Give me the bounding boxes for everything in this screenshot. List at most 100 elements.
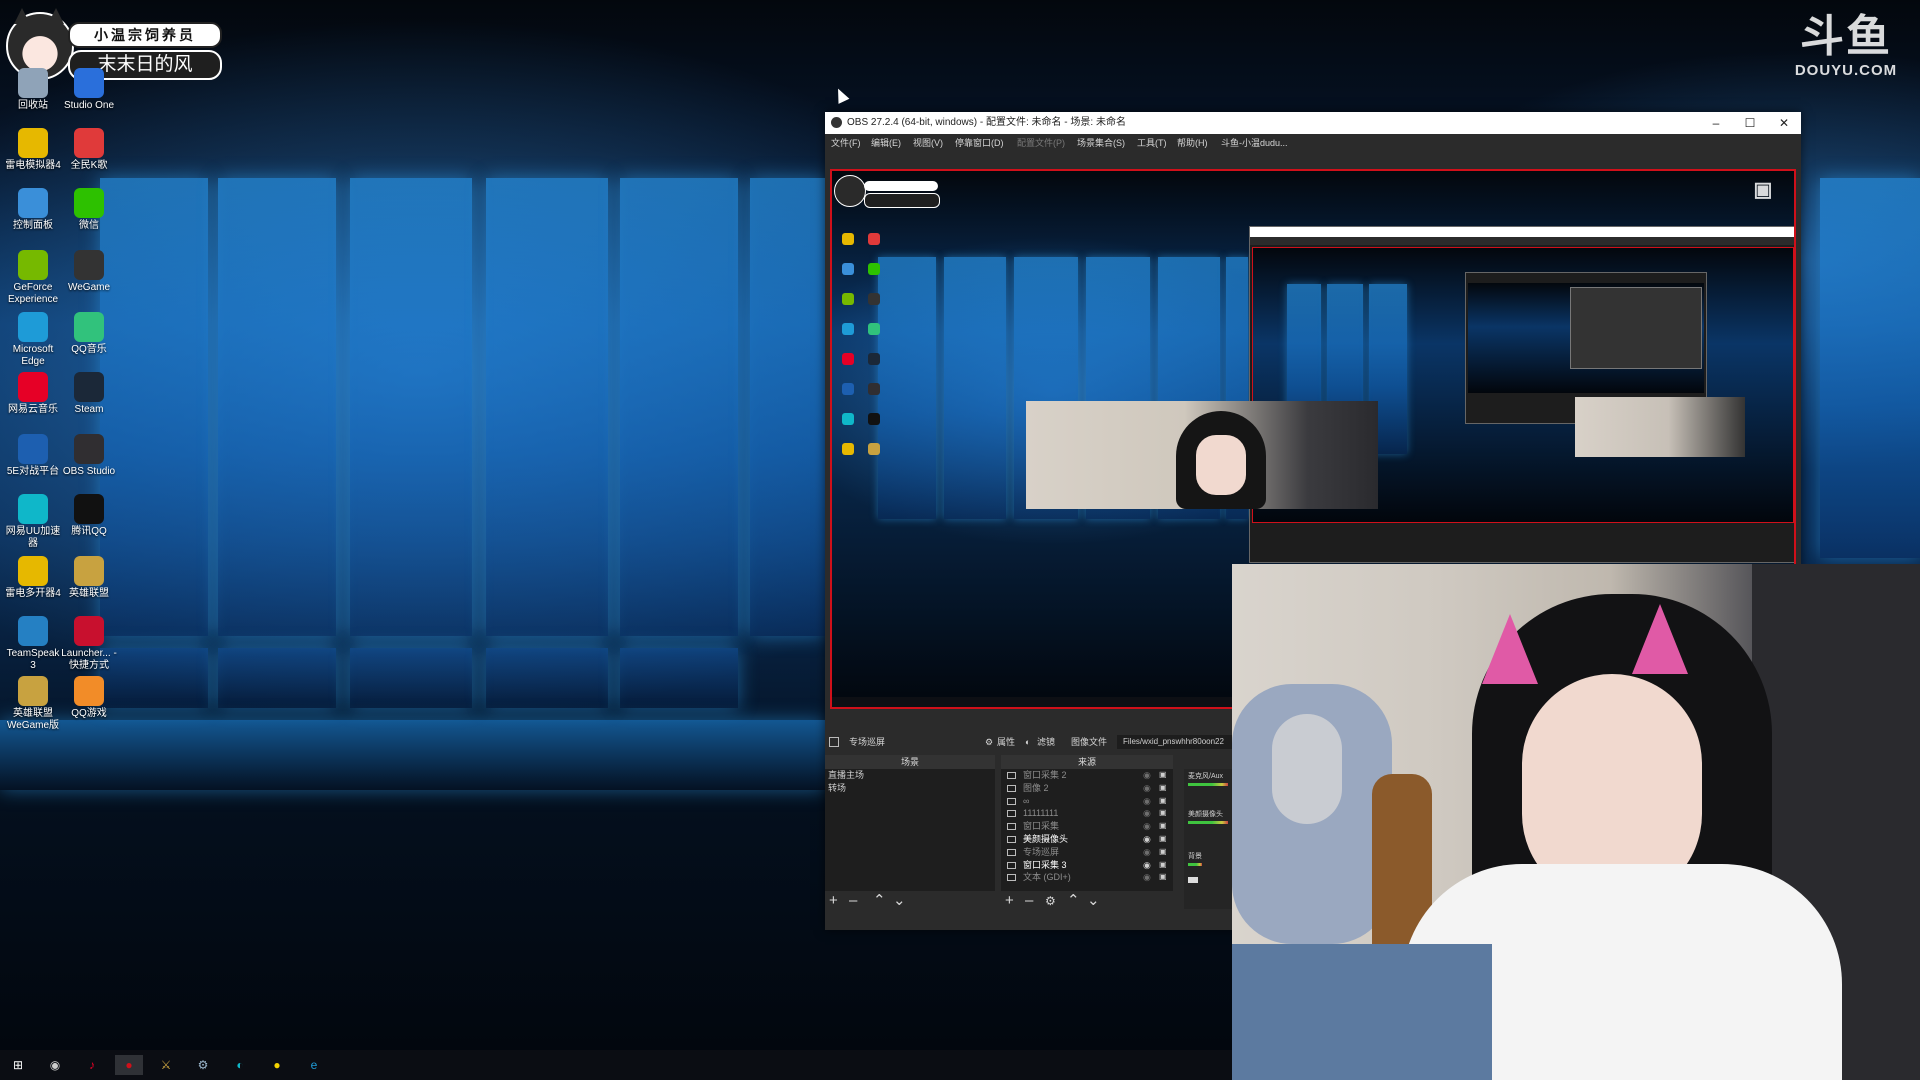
badge-title: 小温宗饲养员 [68, 22, 222, 48]
desktop-icon[interactable]: 5E对战平台 [4, 434, 62, 478]
desktop-icon[interactable]: 微信 [60, 188, 118, 232]
wallpaper-pane [218, 178, 336, 636]
studio-one-icon [74, 68, 104, 98]
source-settings-gear-icon[interactable]: ⚙ [1045, 891, 1056, 911]
obs-taskbar-icon[interactable]: ◉ [45, 1055, 65, 1075]
lock-icon[interactable]: ▣ [1159, 807, 1167, 820]
menu-docks[interactable]: 停靠窗口(D) [955, 134, 1004, 152]
remove-source-button[interactable]: – [1025, 891, 1033, 911]
sources-header: 来源 [1001, 755, 1173, 769]
desktop-icon[interactable]: 全民K歌 [60, 128, 118, 172]
source-item[interactable]: 美颜摄像头 ◉ ▣ [1001, 833, 1173, 846]
eye-visibility-icon[interactable]: ◉ [1143, 820, 1151, 833]
source-item[interactable]: 专场巡屏 ◉ ▣ [1001, 846, 1173, 859]
qqmusic-taskbar-icon[interactable]: ● [267, 1055, 287, 1075]
preview-webcam [1026, 401, 1378, 509]
desktop-icon[interactable]: OBS Studio [60, 434, 118, 478]
move-source-down-button[interactable]: ⌄ [1087, 891, 1100, 911]
eye-visibility-icon[interactable]: ◉ [1143, 782, 1151, 795]
eye-visibility-icon[interactable]: ◉ [1143, 807, 1151, 820]
source-item[interactable]: 窗口采集 3 ◉ ▣ [1001, 859, 1173, 872]
desktop-icon[interactable]: Studio One [60, 68, 118, 112]
move-scene-up-button[interactable]: ⌃ [873, 891, 886, 911]
gear-icon[interactable]: ⚙ [985, 732, 993, 752]
source-item[interactable]: 窗口采集 2 ◉ ▣ [1001, 769, 1173, 782]
filters-icon[interactable]: ◐ [1025, 732, 1030, 752]
menu-profile[interactable]: 配置文件(P) [1017, 134, 1065, 152]
desktop-icon[interactable]: 英雄联盟WeGame版 [4, 676, 62, 732]
desktop-icon[interactable]: 英雄联盟 [60, 556, 118, 600]
eye-visibility-icon[interactable]: ◉ [1143, 795, 1151, 808]
volume-slider-handle[interactable] [1188, 877, 1198, 883]
mixer-meter [1188, 863, 1202, 866]
move-source-up-button[interactable]: ⌃ [1067, 891, 1080, 911]
lock-icon[interactable]: ▣ [1159, 833, 1167, 846]
lock-icon[interactable]: ▣ [1159, 859, 1167, 872]
remove-scene-button[interactable]: – [849, 891, 857, 911]
menu-edit[interactable]: 编辑(E) [871, 134, 901, 152]
menu-scene-collection[interactable]: 场景集合(S) [1077, 134, 1125, 152]
eye-visibility-icon[interactable]: ◉ [1143, 769, 1151, 782]
scene-item[interactable]: 直播主场 [825, 769, 995, 782]
preview-desktop-icon [842, 263, 854, 275]
cat-ear-icon [48, 8, 64, 24]
desktop-icon-label: WeGame [67, 282, 111, 293]
steam-taskbar-icon[interactable]: ⚙ [193, 1055, 213, 1075]
menu-help[interactable]: 帮助(H) [1177, 134, 1208, 152]
desktop-icon-label: 网易云音乐 [8, 404, 58, 415]
lock-icon[interactable]: ▣ [1159, 846, 1167, 859]
edge-taskbar-icon[interactable]: e [304, 1055, 324, 1075]
desktop-icon-label: 控制面板 [13, 220, 53, 231]
source-item[interactable]: 窗口采集 ◉ ▣ [1001, 820, 1173, 833]
lock-icon[interactable]: ▣ [1159, 782, 1167, 795]
add-source-button[interactable]: + [1005, 891, 1014, 911]
desktop-icon[interactable]: Steam [60, 372, 118, 416]
desktop-icon[interactable]: 雷电模拟器4 [4, 128, 62, 172]
eye-visibility-icon[interactable]: ◉ [1143, 846, 1151, 859]
menu-file[interactable]: 文件(F) [831, 134, 861, 152]
desktop-icon[interactable]: Launcher... - 快捷方式 [60, 616, 118, 672]
eye-visibility-icon[interactable]: ◉ [1143, 859, 1151, 872]
menu-douyu-plugin[interactable]: 斗鱼-小温dudu... [1221, 134, 1288, 152]
scene-item[interactable]: 转场 [825, 782, 995, 795]
add-scene-button[interactable]: + [829, 891, 838, 911]
desktop-icon[interactable]: 雷电多开器4 [4, 556, 62, 600]
uu-taskbar-icon[interactable]: ◐ [230, 1055, 250, 1075]
desktop-icon[interactable]: QQ游戏 [60, 676, 118, 720]
desktop-icon[interactable]: GeForce Experience [4, 250, 62, 306]
source-item[interactable]: 11111111 ◉ ▣ [1001, 807, 1173, 820]
lol-taskbar-icon[interactable]: ⚔ [156, 1055, 176, 1075]
obs-active-taskbar-icon[interactable]: ● [115, 1055, 143, 1075]
lock-icon[interactable]: ▣ [1159, 820, 1167, 833]
desktop-icon[interactable]: QQ音乐 [60, 312, 118, 356]
minimize-button[interactable]: – [1699, 112, 1733, 134]
obs-titlebar[interactable]: OBS 27.2.4 (64-bit, windows) - 配置文件: 未命名… [825, 112, 1801, 134]
desktop-icon[interactable]: 网易UU加速器 [4, 494, 62, 550]
desktop-icon[interactable]: 回收站 [4, 68, 62, 112]
menu-tools[interactable]: 工具(T) [1137, 134, 1167, 152]
source-item[interactable]: ∞ ◉ ▣ [1001, 795, 1173, 808]
desktop-icon[interactable]: TeamSpeak 3 [4, 616, 62, 672]
source-item[interactable]: 文本 (GDI+) ◉ ▣ [1001, 871, 1173, 884]
lock-icon[interactable]: ▣ [1159, 795, 1167, 808]
desktop-icon[interactable]: 控制面板 [4, 188, 62, 232]
eye-visibility-icon[interactable]: ◉ [1143, 871, 1151, 884]
netease-music-taskbar-icon[interactable]: ♪ [82, 1055, 102, 1075]
move-scene-down-button[interactable]: ⌄ [893, 891, 906, 911]
properties-button[interactable]: 属性 [997, 732, 1015, 752]
mixer-channel-mic: 麦克风/Aux [1188, 773, 1224, 780]
desktop-icon[interactable]: Microsoft Edge [4, 312, 62, 368]
close-button[interactable]: ✕ [1767, 112, 1801, 134]
filters-button[interactable]: 滤镜 [1037, 732, 1055, 752]
source-item[interactable]: 图像 2 ◉ ▣ [1001, 782, 1173, 795]
desktop-icon[interactable]: 腾讯QQ [60, 494, 118, 538]
desktop-icon[interactable]: WeGame [60, 250, 118, 294]
desktop-icon[interactable]: 网易云音乐 [4, 372, 62, 416]
windows-start-icon[interactable]: ⊞ [8, 1055, 28, 1075]
qqgame-icon [74, 676, 104, 706]
lock-icon[interactable]: ▣ [1159, 769, 1167, 782]
eye-visibility-icon[interactable]: ◉ [1143, 833, 1151, 846]
lock-icon[interactable]: ▣ [1159, 871, 1167, 884]
maximize-button[interactable]: ☐ [1733, 112, 1767, 134]
menu-view[interactable]: 视图(V) [913, 134, 943, 152]
